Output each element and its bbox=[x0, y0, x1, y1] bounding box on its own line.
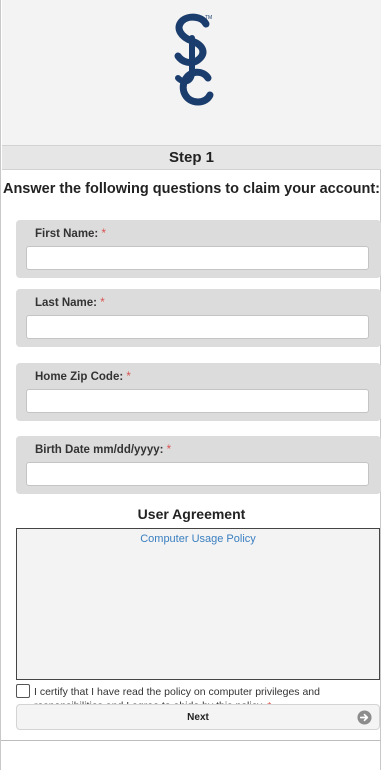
birth-date-card: Birth Date mm/dd/yyyy: * bbox=[16, 436, 381, 494]
zip-code-input[interactable] bbox=[26, 389, 369, 413]
birth-date-label-text: Birth Date mm/dd/yyyy: bbox=[35, 444, 164, 456]
sjc-logo-icon: TM bbox=[174, 13, 214, 106]
first-name-label-text: First Name: bbox=[35, 228, 99, 240]
zip-code-label: Home Zip Code: * bbox=[35, 371, 131, 383]
logo-header: TM bbox=[2, 0, 381, 145]
step-header: Step 1 bbox=[2, 145, 381, 170]
arrow-right-circle-icon bbox=[357, 710, 372, 725]
computer-usage-policy-link[interactable]: Computer Usage Policy bbox=[17, 533, 379, 545]
next-button-label: Next bbox=[187, 712, 209, 723]
last-name-card: Last Name: * bbox=[16, 289, 381, 347]
bottom-divider bbox=[1, 740, 381, 741]
first-name-input[interactable] bbox=[26, 246, 369, 270]
required-marker: * bbox=[166, 444, 172, 456]
next-button[interactable]: Next bbox=[16, 704, 380, 730]
required-marker: * bbox=[101, 228, 106, 240]
required-marker: * bbox=[126, 371, 131, 383]
first-name-card: First Name: * bbox=[16, 220, 381, 278]
required-marker: * bbox=[100, 297, 105, 309]
last-name-label-text: Last Name: bbox=[35, 297, 97, 309]
certify-checkbox[interactable] bbox=[16, 684, 30, 698]
zip-code-label-text: Home Zip Code: bbox=[35, 371, 124, 383]
instructions-text: Answer the following questions to claim … bbox=[2, 181, 381, 197]
birth-date-input[interactable] bbox=[26, 462, 369, 486]
last-name-input[interactable] bbox=[26, 315, 369, 339]
birth-date-label: Birth Date mm/dd/yyyy: * bbox=[35, 444, 171, 456]
claim-account-page: TM Step 1 Answer the following questions… bbox=[0, 0, 381, 770]
first-name-label: First Name: * bbox=[35, 228, 106, 240]
policy-frame[interactable]: Computer Usage Policy bbox=[16, 528, 380, 680]
svg-text:TM: TM bbox=[205, 15, 212, 21]
zip-code-card: Home Zip Code: * bbox=[16, 363, 381, 421]
last-name-label: Last Name: * bbox=[35, 297, 105, 309]
user-agreement-title: User Agreement bbox=[137, 506, 246, 522]
